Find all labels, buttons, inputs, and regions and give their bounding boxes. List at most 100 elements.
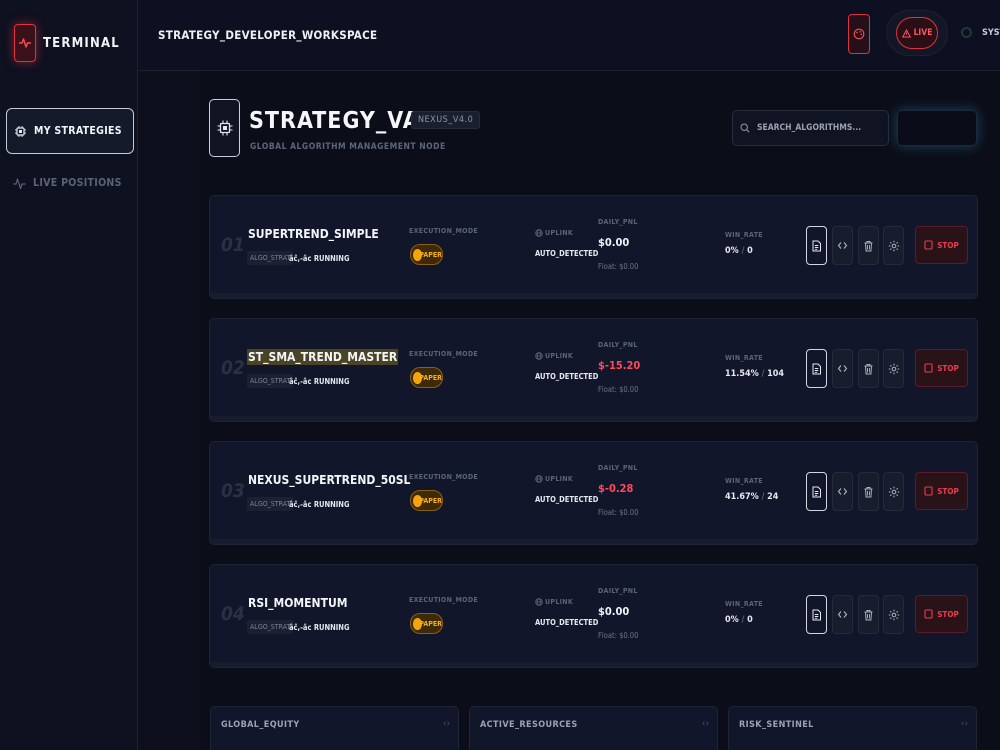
view-logs-button[interactable] (806, 472, 827, 511)
execution-mode-label: EXECUTION_MODE (409, 596, 478, 604)
execution-mode-value: PAPER (419, 250, 442, 259)
strategy-status: âĉ,-âc RUNNING (289, 377, 350, 386)
execution-mode-toggle[interactable]: PAPER (410, 244, 443, 265)
view-logs-button[interactable] (806, 595, 827, 634)
strategy-index: 02 (221, 357, 245, 379)
daily-pnl-label: DAILY_PNL (598, 341, 638, 349)
strategy-name[interactable]: ST_SMA_TREND_MASTER (247, 349, 399, 365)
settings-button[interactable] (883, 595, 904, 634)
win-rate-value: 11.54% / 104 (725, 369, 785, 379)
strategy-tag: ALGO_STRAT (247, 497, 294, 511)
panel-global-equity: GLOBAL_EQUITY ‹ › (210, 706, 459, 750)
delete-button[interactable] (858, 472, 879, 511)
uplink-label: UPLINK (535, 229, 573, 237)
uplink-label: UPLINK (535, 475, 573, 483)
daily-pnl-value: $-0.28 (598, 482, 634, 495)
strategy-index: 03 (221, 480, 245, 502)
sidebar-item-label: LIVE POSITIONS (33, 177, 122, 189)
search-input[interactable] (757, 123, 882, 133)
stop-button[interactable]: STOP (915, 472, 968, 510)
edit-code-button[interactable] (832, 226, 853, 265)
float-value: Float: $0.00 (598, 508, 639, 517)
daily-pnl-label: DAILY_PNL (598, 218, 638, 226)
activity-icon (13, 177, 26, 190)
stop-button[interactable]: STOP (915, 595, 968, 633)
version-badge: NEXUS_V4.0 (411, 111, 481, 129)
panel-risk-sentinel: RISK_SENTINEL ‹ › (728, 706, 977, 750)
view-logs-button[interactable] (806, 226, 827, 265)
chevrons-icon[interactable]: ‹ › (443, 719, 450, 729)
code-icon (837, 365, 848, 372)
daily-pnl-label: DAILY_PNL (598, 587, 638, 595)
globe-icon (535, 229, 543, 237)
palette-icon (853, 28, 865, 40)
stop-button[interactable]: STOP (915, 349, 968, 387)
globe-icon (535, 352, 543, 360)
view-logs-button[interactable] (806, 349, 827, 388)
sidebar-item-label: MY STRATEGIES (34, 125, 122, 137)
panel-title: GLOBAL_EQUITY (221, 720, 300, 730)
sidebar-item-my-strategies[interactable]: MY STRATEGIES (6, 108, 134, 154)
panel-title: RISK_SENTINEL (739, 720, 814, 730)
strategy-name[interactable]: RSI_MOMENTUM (247, 595, 348, 611)
strategy-index: 01 (221, 234, 245, 256)
gear-icon (888, 240, 899, 251)
chevrons-icon[interactable]: ‹ › (702, 719, 709, 729)
sidebar-item-live-positions[interactable]: LIVE POSITIONS (6, 160, 134, 206)
vault-chip-icon (209, 99, 240, 157)
win-rate-label: WIN_RATE (725, 477, 763, 485)
gear-icon (888, 609, 899, 620)
execution-mode-toggle[interactable]: PAPER (410, 367, 443, 388)
win-rate-value: 41.67% / 24 (725, 492, 779, 502)
live-mode-button[interactable]: LIVE (896, 17, 938, 49)
palette-button[interactable] (848, 14, 870, 54)
page-subtitle: GLOBAL ALGORITHM MANAGEMENT NODE (250, 142, 446, 152)
uplink-label: UPLINK (535, 352, 573, 360)
workspace-title: STRATEGY_DEVELOPER_WORKSPACE (158, 28, 378, 42)
execution-mode-toggle[interactable]: PAPER (410, 613, 443, 634)
strategy-tag: ALGO_STRAT (247, 251, 294, 265)
code-icon (837, 488, 848, 495)
edit-code-button[interactable] (832, 472, 853, 511)
settings-button[interactable] (883, 349, 904, 388)
globe-icon (535, 475, 543, 483)
settings-button[interactable] (883, 226, 904, 265)
chevrons-icon[interactable]: ‹ › (961, 719, 968, 729)
new-strategy-button[interactable] (897, 110, 977, 146)
pulse-logo-icon (14, 24, 36, 62)
uplink-value: AUTO_DETECTED (535, 618, 599, 627)
trash-icon (864, 240, 873, 251)
execution-mode-label: EXECUTION_MODE (409, 473, 478, 481)
live-label: LIVE (913, 28, 933, 38)
delete-button[interactable] (858, 349, 879, 388)
gear-icon (888, 486, 899, 497)
warning-triangle-icon (901, 28, 911, 38)
sidebar: TERMINAL MY STRATEGIES LIVE POSITIONS (0, 0, 138, 750)
trash-icon (864, 609, 873, 620)
trash-icon (864, 363, 873, 374)
float-value: Float: $0.00 (598, 631, 639, 640)
delete-button[interactable] (858, 226, 879, 265)
settings-button[interactable] (883, 472, 904, 511)
panel-title: ACTIVE_RESOURCES (480, 720, 578, 730)
stop-button[interactable]: STOP (915, 226, 968, 264)
strategy-name[interactable]: SUPERTREND_SIMPLE (247, 226, 380, 242)
stop-square-icon (924, 363, 933, 373)
edit-code-button[interactable] (832, 349, 853, 388)
trash-icon (864, 486, 873, 497)
logo[interactable]: TERMINAL (14, 24, 120, 62)
edit-code-button[interactable] (832, 595, 853, 634)
panel-active-resources: ACTIVE_RESOURCES ‹ › (469, 706, 718, 750)
code-icon (837, 611, 848, 618)
document-icon (812, 363, 821, 374)
strategy-status: âĉ,-âc RUNNING (289, 623, 350, 632)
float-value: Float: $0.00 (598, 262, 639, 271)
uplink-value: AUTO_DETECTED (535, 495, 599, 504)
execution-mode-value: PAPER (419, 496, 442, 505)
execution-mode-toggle[interactable]: PAPER (410, 490, 443, 511)
strategy-tag: ALGO_STRAT (247, 620, 294, 634)
delete-button[interactable] (858, 595, 879, 634)
search-container (732, 110, 889, 146)
strategy-name[interactable]: NEXUS_SUPERTREND_50SL (247, 472, 411, 488)
strategy-status: âĉ,-âc RUNNING (289, 254, 350, 263)
